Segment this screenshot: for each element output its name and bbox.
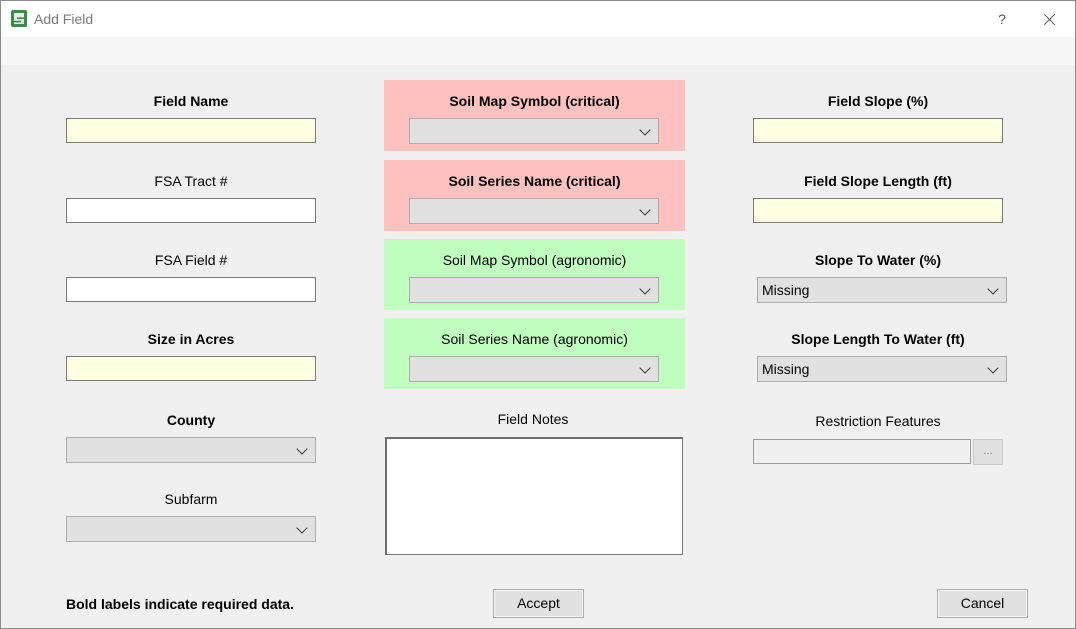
accept-button[interactable]: Accept bbox=[493, 589, 584, 618]
field-name-input[interactable] bbox=[66, 118, 316, 143]
chevron-down-icon bbox=[639, 204, 651, 216]
field-notes-textarea[interactable] bbox=[385, 437, 683, 555]
slope-length-to-water-label: Slope Length To Water (ft) bbox=[791, 331, 965, 347]
title-bar: Add Field ? bbox=[1, 1, 1075, 37]
soil-map-symbol-critical-panel: Soil Map Symbol (critical) bbox=[384, 80, 685, 151]
subfarm-label: Subfarm bbox=[164, 491, 218, 507]
soil-series-name-critical-select[interactable] bbox=[409, 198, 659, 224]
field-notes-label: Field Notes bbox=[497, 411, 569, 427]
slope-to-water-value: Missing bbox=[762, 282, 810, 298]
chevron-down-icon bbox=[639, 124, 651, 136]
fsa-tract-label: FSA Tract # bbox=[154, 173, 228, 189]
required-data-note: Bold labels indicate required data. bbox=[66, 596, 294, 612]
restriction-features-label: Restriction Features bbox=[815, 413, 941, 429]
soil-map-symbol-agronomic-select[interactable] bbox=[409, 277, 659, 303]
field-slope-length-label: Field Slope Length (ft) bbox=[804, 173, 952, 189]
slope-to-water-select[interactable]: Missing bbox=[757, 277, 1007, 303]
county-label: County bbox=[166, 412, 216, 428]
slope-length-to-water-select[interactable]: Missing bbox=[757, 356, 1007, 382]
close-icon[interactable] bbox=[1037, 7, 1063, 31]
soil-map-symbol-critical-label: Soil Map Symbol (critical) bbox=[449, 93, 620, 109]
add-field-dialog: Add Field ? Field Name FSA Tract # FSA F… bbox=[0, 0, 1076, 629]
soil-map-symbol-agronomic-panel: Soil Map Symbol (agronomic) bbox=[384, 239, 685, 310]
cancel-button[interactable]: Cancel bbox=[937, 589, 1028, 618]
chevron-down-icon bbox=[639, 283, 651, 295]
soil-series-name-agronomic-panel: Soil Series Name (agronomic) bbox=[384, 318, 685, 389]
size-acres-input[interactable] bbox=[66, 356, 316, 381]
window-title: Add Field bbox=[34, 11, 94, 27]
field-slope-length-input[interactable] bbox=[753, 198, 1003, 223]
chevron-down-icon bbox=[296, 522, 308, 534]
soil-series-name-agronomic-label: Soil Series Name (agronomic) bbox=[441, 331, 628, 347]
restriction-features-input[interactable] bbox=[753, 439, 971, 464]
browse-button[interactable]: ... bbox=[973, 439, 1003, 465]
county-select[interactable] bbox=[66, 437, 316, 463]
chevron-down-icon bbox=[987, 362, 999, 374]
slope-length-to-water-value: Missing bbox=[762, 361, 810, 377]
chevron-down-icon bbox=[639, 362, 651, 374]
chevron-down-icon bbox=[987, 283, 999, 295]
soil-series-name-critical-panel: Soil Series Name (critical) bbox=[384, 160, 685, 231]
soil-map-symbol-agronomic-label: Soil Map Symbol (agronomic) bbox=[442, 252, 627, 268]
soil-series-name-agronomic-select[interactable] bbox=[409, 356, 659, 382]
slope-to-water-label: Slope To Water (%) bbox=[815, 252, 941, 268]
help-button[interactable]: ? bbox=[991, 7, 1013, 31]
field-slope-input[interactable] bbox=[753, 118, 1003, 143]
field-slope-label: Field Slope (%) bbox=[827, 93, 929, 109]
soil-series-name-critical-label: Soil Series Name (critical) bbox=[448, 173, 621, 189]
field-name-label: Field Name bbox=[153, 93, 229, 109]
header-strip bbox=[1, 37, 1075, 65]
fsa-tract-input[interactable] bbox=[66, 198, 316, 223]
fsa-field-label: FSA Field # bbox=[154, 252, 228, 268]
subfarm-select[interactable] bbox=[66, 516, 316, 542]
chevron-down-icon bbox=[296, 443, 308, 455]
soil-map-symbol-critical-select[interactable] bbox=[409, 118, 659, 144]
app-logo-icon bbox=[11, 10, 27, 27]
fsa-field-input[interactable] bbox=[66, 277, 316, 302]
size-acres-label: Size in Acres bbox=[147, 331, 235, 347]
